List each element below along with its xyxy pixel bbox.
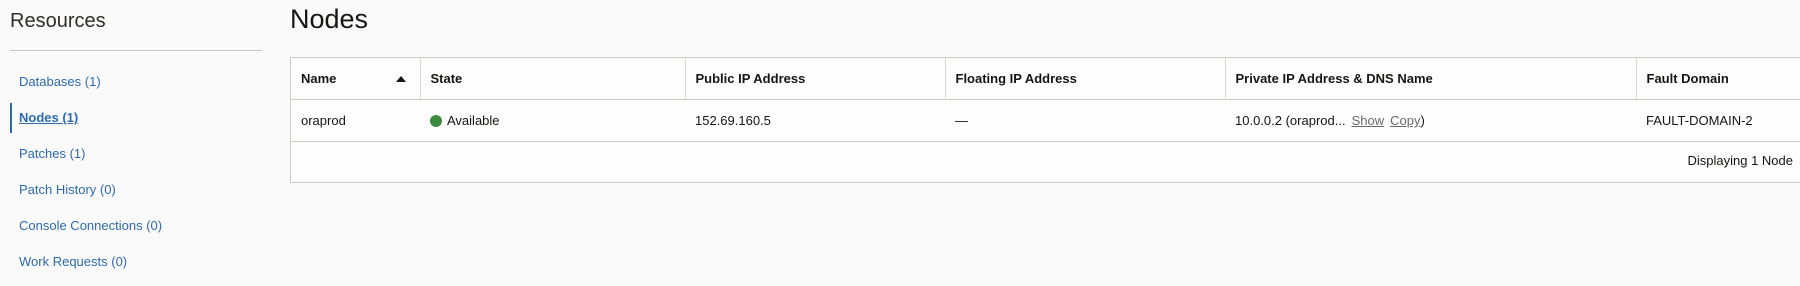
cell-floating-ip: — <box>945 99 1225 142</box>
cell-private-ip: 10.0.0.2 (oraprod... Show Copy) <box>1225 99 1636 142</box>
main-content: Nodes Name State Public IP Address Float… <box>290 0 1800 286</box>
page-title: Nodes <box>290 4 369 34</box>
table-header-row: Name State Public IP Address Floating IP… <box>291 58 1800 100</box>
status-dot-icon <box>430 115 442 127</box>
resources-title: Resources <box>10 10 106 32</box>
cell-fault-domain: FAULT-DOMAIN-2 <box>1636 99 1800 142</box>
resources-nav: Databases (1) Nodes (1) Patches (1) Patc… <box>10 64 262 280</box>
sidebar-item-work-requests[interactable]: Work Requests (0) <box>10 244 262 280</box>
table-row: oraprod Available 152.69.160.5 — 10.0.0.… <box>291 99 1800 142</box>
column-header-fault-domain[interactable]: Fault Domain <box>1636 58 1800 100</box>
table-footer: Displaying 1 Node <box>291 141 1800 181</box>
column-header-floating-ip[interactable]: Floating IP Address <box>945 58 1226 100</box>
state-label: Available <box>447 113 500 128</box>
sidebar-item-databases[interactable]: Databases (1) <box>10 64 262 100</box>
cell-name: oraprod <box>291 99 420 142</box>
sidebar-item-patch-history[interactable]: Patch History (0) <box>10 172 262 208</box>
display-count: Displaying 1 Node <box>1687 153 1793 168</box>
column-header-state[interactable]: State <box>420 58 686 100</box>
column-header-private-ip[interactable]: Private IP Address & DNS Name <box>1225 58 1637 100</box>
close-paren: ) <box>1420 113 1425 128</box>
sidebar-item-nodes[interactable]: Nodes (1) <box>10 100 262 136</box>
column-header-public-ip[interactable]: Public IP Address <box>685 58 946 100</box>
column-header-name[interactable]: Name <box>291 58 421 100</box>
sidebar-item-console-connections[interactable]: Console Connections (0) <box>10 208 262 244</box>
nodes-table: Name State Public IP Address Floating IP… <box>290 57 1800 183</box>
sidebar-item-patches[interactable]: Patches (1) <box>10 136 262 172</box>
cell-state: Available <box>420 99 685 142</box>
sort-ascending-icon[interactable] <box>395 76 406 82</box>
copy-link[interactable]: Copy <box>1390 113 1420 128</box>
show-link[interactable]: Show <box>1352 113 1385 128</box>
resources-sidebar: Resources Databases (1) Nodes (1) Patche… <box>10 0 262 286</box>
cell-public-ip: 152.69.160.5 <box>685 99 945 142</box>
divider <box>10 50 262 51</box>
private-ip-value: 10.0.0.2 (oraprod... <box>1235 113 1346 128</box>
column-header-label: Name <box>301 71 337 86</box>
